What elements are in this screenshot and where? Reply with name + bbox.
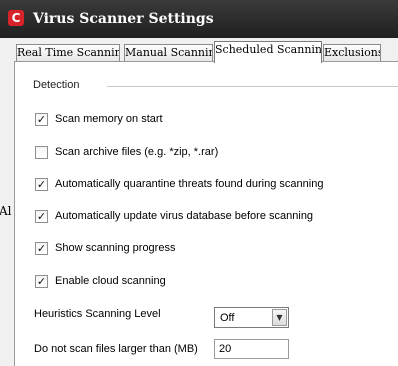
- background-window-edge: Al: [0, 44, 14, 366]
- chevron-down-icon[interactable]: ▼: [272, 309, 287, 326]
- checkbox-cloud-scanning[interactable]: ✓: [35, 275, 48, 288]
- detection-settings-panel: Detection ✓ Scan memory on start Scan ar…: [14, 61, 398, 366]
- tab-exclusions[interactable]: Exclusions: [323, 44, 381, 62]
- app-logo-icon: C: [8, 10, 24, 26]
- checkbox-scan-archives[interactable]: [35, 146, 48, 159]
- tab-real-time-scanning[interactable]: Real Time Scanning: [16, 44, 120, 62]
- group-divider: [107, 86, 398, 87]
- tab-manual-scanning[interactable]: Manual Scanning: [124, 44, 213, 62]
- detection-group-title: Detection: [33, 79, 80, 91]
- scan-memory-label: Scan memory on start: [55, 113, 163, 125]
- max-file-size-label: Do not scan files larger than (MB): [34, 343, 198, 355]
- title-bar: C Virus Scanner Settings: [0, 0, 398, 38]
- checkbox-show-progress[interactable]: ✓: [35, 242, 48, 255]
- checkbox-scan-memory[interactable]: ✓: [35, 113, 48, 126]
- heuristics-level-dropdown[interactable]: Off ▼: [214, 307, 289, 328]
- auto-update-label: Automatically update virus database befo…: [55, 210, 314, 222]
- heuristics-level-label: Heuristics Scanning Level: [34, 308, 161, 320]
- scan-archives-label: Scan archive files (e.g. *zip, *.rar): [55, 146, 219, 158]
- show-progress-label: Show scanning progress: [55, 242, 176, 254]
- background-window-text: Al: [0, 204, 12, 218]
- checkbox-auto-quarantine[interactable]: ✓: [35, 178, 48, 191]
- heuristics-level-value: Off: [220, 312, 235, 324]
- window-title: Virus Scanner Settings: [33, 11, 214, 27]
- tab-scheduled-scanning[interactable]: Scheduled Scanning: [214, 41, 322, 63]
- checkbox-auto-update[interactable]: ✓: [35, 210, 48, 223]
- auto-quarantine-label: Automatically quarantine threats found d…: [55, 178, 324, 190]
- max-file-size-input[interactable]: [214, 339, 289, 359]
- cloud-scanning-label: Enable cloud scanning: [55, 275, 166, 287]
- tab-strip: Real Time Scanning Manual Scanning Sched…: [0, 38, 398, 63]
